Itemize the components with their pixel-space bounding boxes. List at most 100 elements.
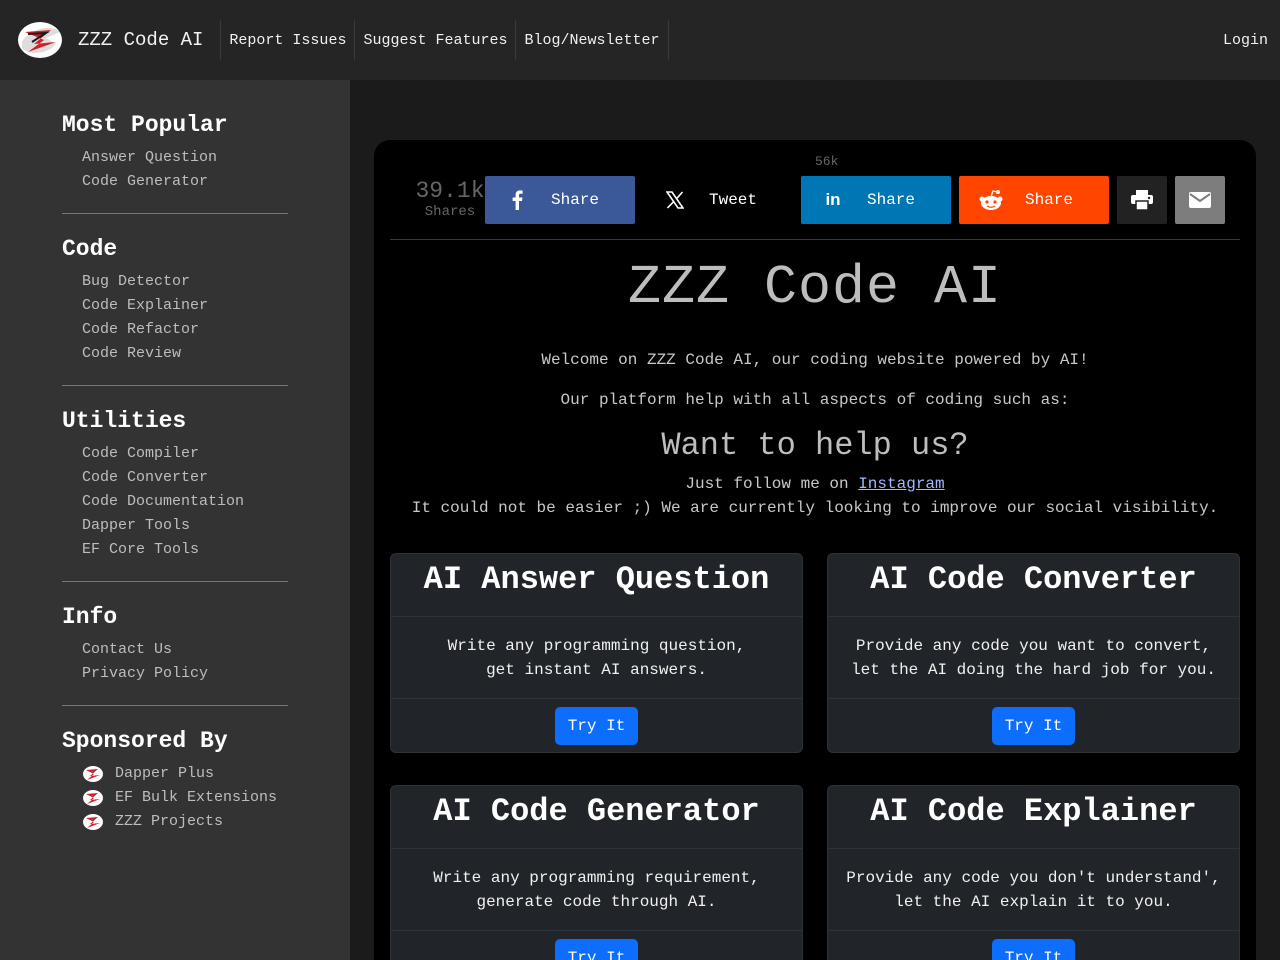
hero-section: ZZZ Code AI Welcome on ZZZ Code AI, our …: [390, 258, 1240, 520]
linkedin-share-button[interactable]: in Share: [801, 176, 951, 224]
card-code-explainer: AI Code Explainer Provide any code you d…: [827, 785, 1240, 960]
zzz-logo-icon: [18, 22, 62, 58]
nav-suggest-features[interactable]: Suggest Features: [355, 20, 517, 60]
x-twitter-icon: [643, 191, 707, 209]
facebook-share-button[interactable]: Share: [485, 176, 635, 224]
nav-links: Report Issues Suggest Features Blog/News…: [220, 20, 669, 60]
card-footer: Try It: [391, 699, 802, 752]
card-description-line: let the AI explain it to you.: [894, 892, 1173, 911]
try-it-button[interactable]: Try It: [554, 706, 639, 745]
card-description-line: let the AI doing the hard job for you.: [851, 660, 1216, 679]
reddit-share-label: Share: [1025, 191, 1074, 209]
sidebar-section-most-popular: Most Popular Answer Question Code Genera…: [62, 110, 288, 214]
welcome-text: Welcome on ZZZ Code AI, our coding websi…: [541, 351, 1089, 369]
follow-prefix: Just follow me on: [685, 475, 859, 493]
card-answer-question: AI Answer Question Write any programming…: [390, 553, 803, 753]
page-title: ZZZ Code AI: [627, 256, 1003, 319]
help-heading: Want to help us?: [661, 427, 969, 464]
share-count: 39.1k Shares: [414, 178, 486, 220]
sponsor-label: EF Bulk Extensions: [115, 789, 278, 806]
card-description: Provide any code you don't understand', …: [828, 849, 1239, 931]
floating-share-count: 56k: [815, 154, 839, 169]
nav-report-issues[interactable]: Report Issues: [221, 20, 356, 60]
linkedin-icon: in: [825, 190, 841, 209]
try-it-button[interactable]: Try It: [554, 938, 639, 960]
section-title: Most Popular: [62, 112, 228, 138]
sidebar: Most Popular Answer Question Code Genera…: [0, 80, 350, 960]
card-description-line: Write any programming requirement,: [433, 868, 760, 887]
share-bar: 39.1k Shares 56k Share Tweet in Share Sh…: [390, 140, 1240, 240]
card-title: AI Code Explainer: [828, 786, 1239, 849]
sidebar-item-dapper-tools[interactable]: Dapper Tools: [62, 514, 288, 538]
sidebar-item-code-generator[interactable]: Code Generator: [62, 170, 288, 194]
sponsor-zzz-projects[interactable]: ZZZ Projects: [62, 810, 288, 834]
sponsor-label: Dapper Plus: [115, 765, 215, 782]
sidebar-item-answer-question[interactable]: Answer Question: [62, 146, 288, 170]
zzz-logo-icon: [83, 790, 103, 806]
card-code-converter: AI Code Converter Provide any code you w…: [827, 553, 1240, 753]
card-description-line: generate code through AI.: [476, 892, 717, 911]
sidebar-item-code-explainer[interactable]: Code Explainer: [62, 294, 288, 318]
try-it-button[interactable]: Try It: [991, 938, 1076, 960]
card-footer: Try It: [391, 931, 802, 960]
card-description-line: Provide any code you don't understand',: [846, 868, 1221, 887]
print-button[interactable]: [1117, 176, 1167, 224]
sidebar-item-ef-core-tools[interactable]: EF Core Tools: [62, 538, 288, 562]
share-count-label: Shares: [424, 204, 476, 220]
section-title: Sponsored By: [62, 728, 228, 754]
facebook-icon: [485, 190, 549, 210]
brand-name: ZZZ Code AI: [78, 29, 204, 51]
printer-icon: [1131, 190, 1153, 210]
card-description-line: Write any programming question,: [447, 636, 746, 655]
card-footer: Try It: [828, 931, 1239, 960]
brand[interactable]: ZZZ Code AI: [0, 0, 203, 80]
twitter-share-button[interactable]: Tweet: [643, 176, 793, 224]
zzz-logo-icon: [83, 814, 103, 830]
login-link[interactable]: Login: [1223, 0, 1268, 80]
zzz-logo-icon: [83, 766, 103, 782]
reddit-icon: [959, 189, 1023, 211]
sidebar-section-sponsored: Sponsored By Dapper Plus EF Bulk Extensi…: [62, 726, 288, 853]
section-title: Info: [62, 604, 118, 630]
card-title: AI Code Converter: [828, 554, 1239, 617]
sidebar-item-bug-detector[interactable]: Bug Detector: [62, 270, 288, 294]
sidebar-section-code: Code Bug Detector Code Explainer Code Re…: [62, 234, 288, 386]
section-title: Code: [62, 236, 118, 262]
sidebar-section-utilities: Utilities Code Compiler Code Converter C…: [62, 406, 288, 582]
sidebar-section-info: Info Contact Us Privacy Policy: [62, 602, 288, 706]
email-icon: [1189, 192, 1211, 208]
card-description: Provide any code you want to convert, le…: [828, 617, 1239, 699]
platform-text: Our platform help with all aspects of co…: [560, 391, 1070, 409]
sidebar-item-code-review[interactable]: Code Review: [62, 342, 288, 366]
sidebar-item-code-compiler[interactable]: Code Compiler: [62, 442, 288, 466]
nav-blog-newsletter[interactable]: Blog/Newsletter: [516, 20, 669, 60]
card-code-generator: AI Code Generator Write any programming …: [390, 785, 803, 960]
twitter-share-label: Tweet: [709, 191, 758, 209]
top-navbar: ZZZ Code AI Report Issues Suggest Featur…: [0, 0, 1280, 80]
linkedin-share-label: Share: [867, 191, 916, 209]
share-count-number: 39.1k: [415, 178, 485, 204]
reddit-share-button[interactable]: Share: [959, 176, 1109, 224]
main-content: 39.1k Shares 56k Share Tweet in Share Sh…: [374, 140, 1256, 960]
tool-cards: AI Answer Question Write any programming…: [390, 553, 1240, 960]
instagram-link[interactable]: Instagram: [858, 475, 944, 493]
card-description: Write any programming requirement, gener…: [391, 849, 802, 931]
card-description-line: Provide any code you want to convert,: [855, 636, 1212, 655]
follow-text: Just follow me on Instagram It could not…: [390, 472, 1240, 520]
try-it-button[interactable]: Try It: [991, 706, 1076, 745]
email-share-button[interactable]: [1175, 176, 1225, 224]
sidebar-item-code-converter[interactable]: Code Converter: [62, 466, 288, 490]
sidebar-item-code-documentation[interactable]: Code Documentation: [62, 490, 288, 514]
card-description-line: get instant AI answers.: [486, 660, 707, 679]
sidebar-item-code-refactor[interactable]: Code Refactor: [62, 318, 288, 342]
card-title: AI Code Generator: [391, 786, 802, 849]
facebook-share-label: Share: [551, 191, 600, 209]
sidebar-item-contact-us[interactable]: Contact Us: [62, 638, 288, 662]
section-title: Utilities: [62, 408, 187, 434]
sponsor-dapper-plus[interactable]: Dapper Plus: [62, 762, 288, 786]
card-title: AI Answer Question: [391, 554, 802, 617]
sidebar-item-privacy-policy[interactable]: Privacy Policy: [62, 662, 288, 686]
card-footer: Try It: [828, 699, 1239, 752]
follow-suffix: It could not be easier ;) We are current…: [411, 499, 1219, 517]
sponsor-ef-bulk-extensions[interactable]: EF Bulk Extensions: [62, 786, 288, 810]
